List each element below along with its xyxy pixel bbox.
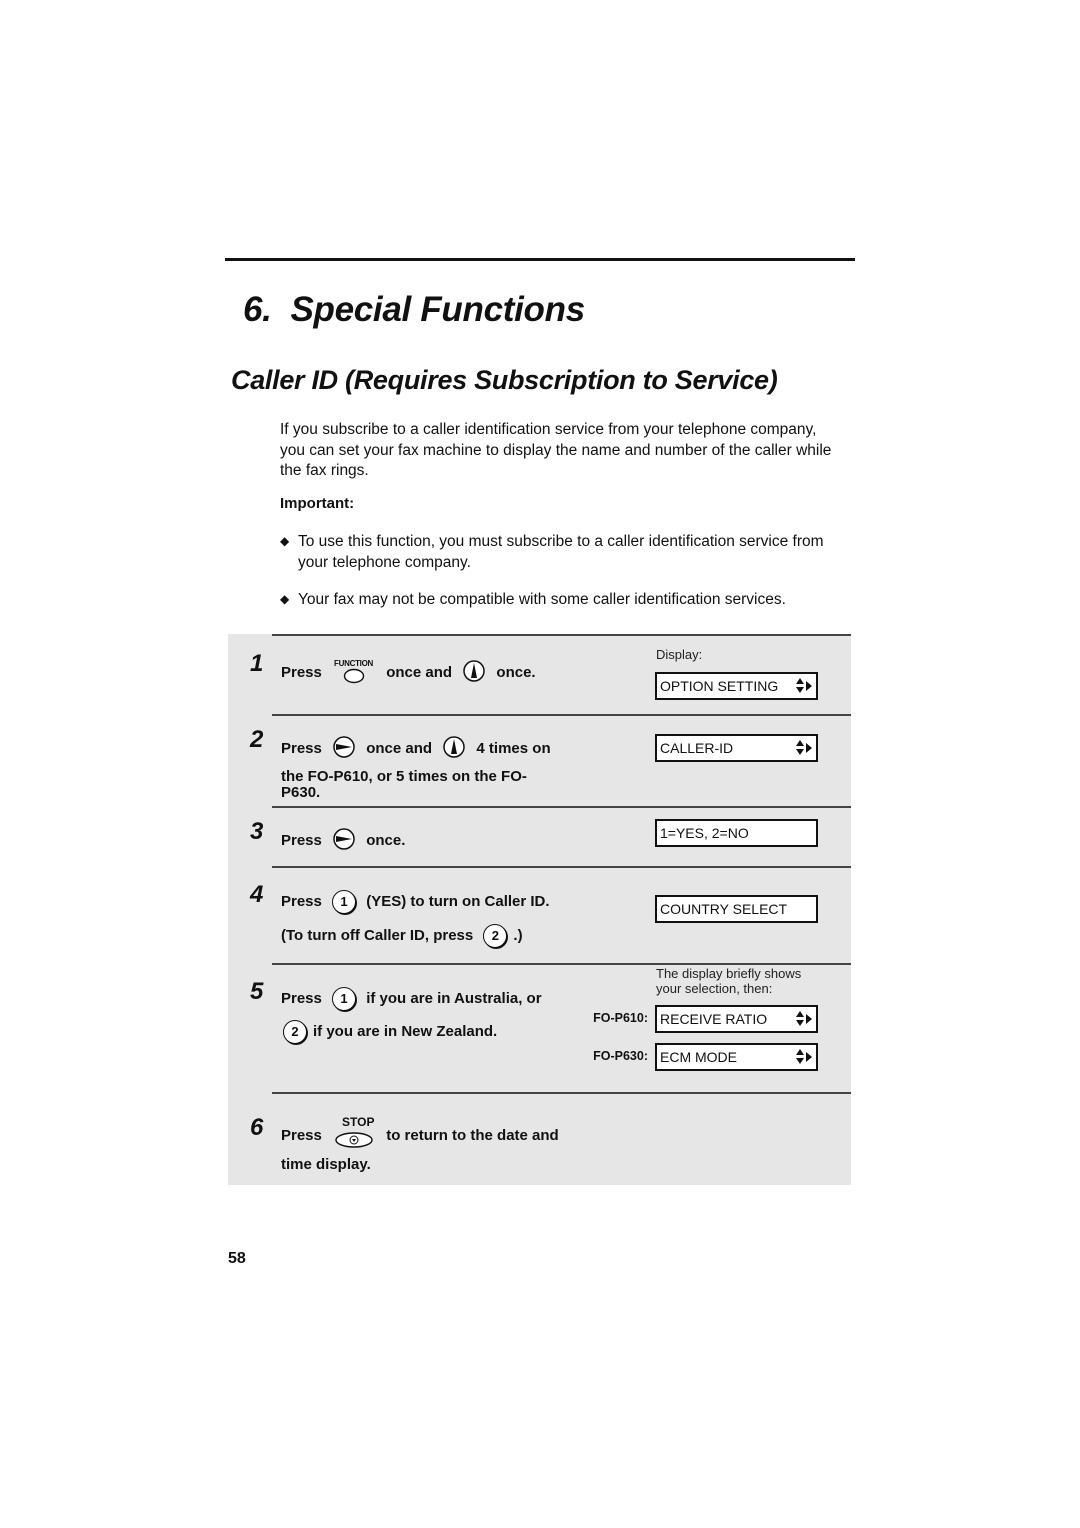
intro-paragraph: If you subscribe to a caller identificat… <box>280 421 832 479</box>
step-text-part: Press <box>281 831 322 849</box>
step-5-instruction: Press 1 if you are in Australia, or <box>281 987 542 1011</box>
step-number: 3 <box>250 818 264 845</box>
stop-key-icon: STOP <box>332 1115 376 1149</box>
up-down-right-arrows-icon <box>796 1011 812 1026</box>
step-text-part: (To turn off Caller ID, press <box>281 926 474 944</box>
step-text-part: 4 times on <box>476 739 551 757</box>
step-text-part: if you are in New Zealand. <box>313 1022 498 1040</box>
diamond-bullet-icon: ◆ <box>280 534 290 548</box>
chapter-name: Special Functions <box>290 290 585 329</box>
chapter-number: 6. <box>243 290 272 329</box>
important-bullet: ◆ Your fax may not be compatible with so… <box>280 589 840 610</box>
right-arrow-key-icon <box>332 827 356 855</box>
step-divider <box>272 806 851 808</box>
step-5-instruction-line2: 2 if you are in New Zealand. <box>283 1020 497 1044</box>
step-divider <box>272 634 851 636</box>
step-text-part: (YES) to turn on Caller ID. <box>366 892 550 910</box>
bullet-text: Your fax may not be compatible with some… <box>298 591 786 608</box>
lcd-display: RECEIVE RATIO <box>655 1005 818 1033</box>
function-key-icon: FUNCTION <box>332 659 376 685</box>
step-text-part: once. <box>366 831 406 849</box>
step-text-part: if you are in Australia, or <box>366 989 542 1007</box>
lcd-text: ECM MODE <box>660 1049 737 1065</box>
step-divider <box>272 714 851 716</box>
key-2-icon: 2 <box>483 924 508 948</box>
lcd-text: CALLER-ID <box>660 740 734 756</box>
step-text-part: P630. <box>281 784 321 801</box>
lcd-display: 1=YES, 2=NO <box>655 819 818 847</box>
step-6-instruction: Press STOP to return to the date and tim… <box>281 1115 559 1173</box>
step-3-instruction: Press once. <box>281 827 405 855</box>
key-1-icon: 1 <box>332 890 357 914</box>
lcd-display: CALLER-ID <box>655 734 818 762</box>
lcd-text: OPTION SETTING <box>660 678 779 694</box>
step-text-part: time display. <box>281 1156 371 1173</box>
step-text-part: Press <box>281 989 322 1007</box>
step-4-instruction: Press 1 (YES) to turn on Caller ID. (To … <box>281 890 550 948</box>
model-label: FO-P610: <box>593 1011 648 1025</box>
chapter-title: 6. Special Functions <box>243 290 585 330</box>
step-text-part: once. <box>496 663 536 681</box>
step-text-part: .) <box>513 926 523 944</box>
lcd-display: OPTION SETTING <box>655 672 818 700</box>
important-label: Important: <box>280 495 355 512</box>
lcd-text: COUNTRY SELECT <box>660 901 788 917</box>
step-text-part: to return to the date and <box>386 1126 559 1144</box>
step-text-part: once and <box>386 663 453 681</box>
model-label: FO-P630: <box>593 1049 648 1063</box>
lcd-display: COUNTRY SELECT <box>655 895 818 923</box>
step-number: 6 <box>250 1114 264 1141</box>
key-2-icon: 2 <box>283 1020 307 1044</box>
important-bullet: ◆ To use this function, you must subscri… <box>280 531 840 573</box>
display-label: Display: <box>656 647 703 662</box>
step-text-part: the FO-P610, or 5 times on the FO- <box>281 768 527 785</box>
up-arrow-key-icon <box>442 735 466 763</box>
step-1-instruction: Press FUNCTION once and once. <box>281 659 536 687</box>
lcd-text: RECEIVE RATIO <box>660 1011 768 1027</box>
lcd-display: ECM MODE <box>655 1043 818 1071</box>
stop-key-label: STOP <box>342 1115 375 1129</box>
step-number: 4 <box>250 881 264 908</box>
step-text-part: Press <box>281 663 322 681</box>
step-number: 5 <box>250 978 264 1005</box>
page-number: 58 <box>228 1250 246 1267</box>
display-note: The display briefly shows your selection… <box>656 966 802 996</box>
step-number: 2 <box>250 726 264 753</box>
bullet-text: To use this function, you must subscribe… <box>298 533 824 571</box>
right-arrow-key-icon <box>332 735 356 763</box>
step-divider <box>272 866 851 868</box>
key-1-icon: 1 <box>332 987 357 1011</box>
up-arrow-key-icon <box>462 659 486 687</box>
step-divider <box>272 1092 851 1094</box>
up-down-right-arrows-icon <box>796 740 812 755</box>
up-down-right-arrows-icon <box>796 678 812 693</box>
top-rule <box>225 258 855 261</box>
lcd-text: 1=YES, 2=NO <box>660 825 749 841</box>
step-text-part: Press <box>281 1126 322 1144</box>
up-down-right-arrows-icon <box>796 1049 812 1064</box>
step-text-part: Press <box>281 739 322 757</box>
step-divider <box>272 963 851 965</box>
step-number: 1 <box>250 650 264 677</box>
step-text-part: once and <box>366 739 433 757</box>
step-2-instruction: Press once and 4 times on the FO-P610, o… <box>281 735 551 801</box>
section-title: Caller ID (Requires Subscription to Serv… <box>231 365 778 395</box>
diamond-bullet-icon: ◆ <box>280 592 290 606</box>
step-text-part: Press <box>281 892 322 910</box>
